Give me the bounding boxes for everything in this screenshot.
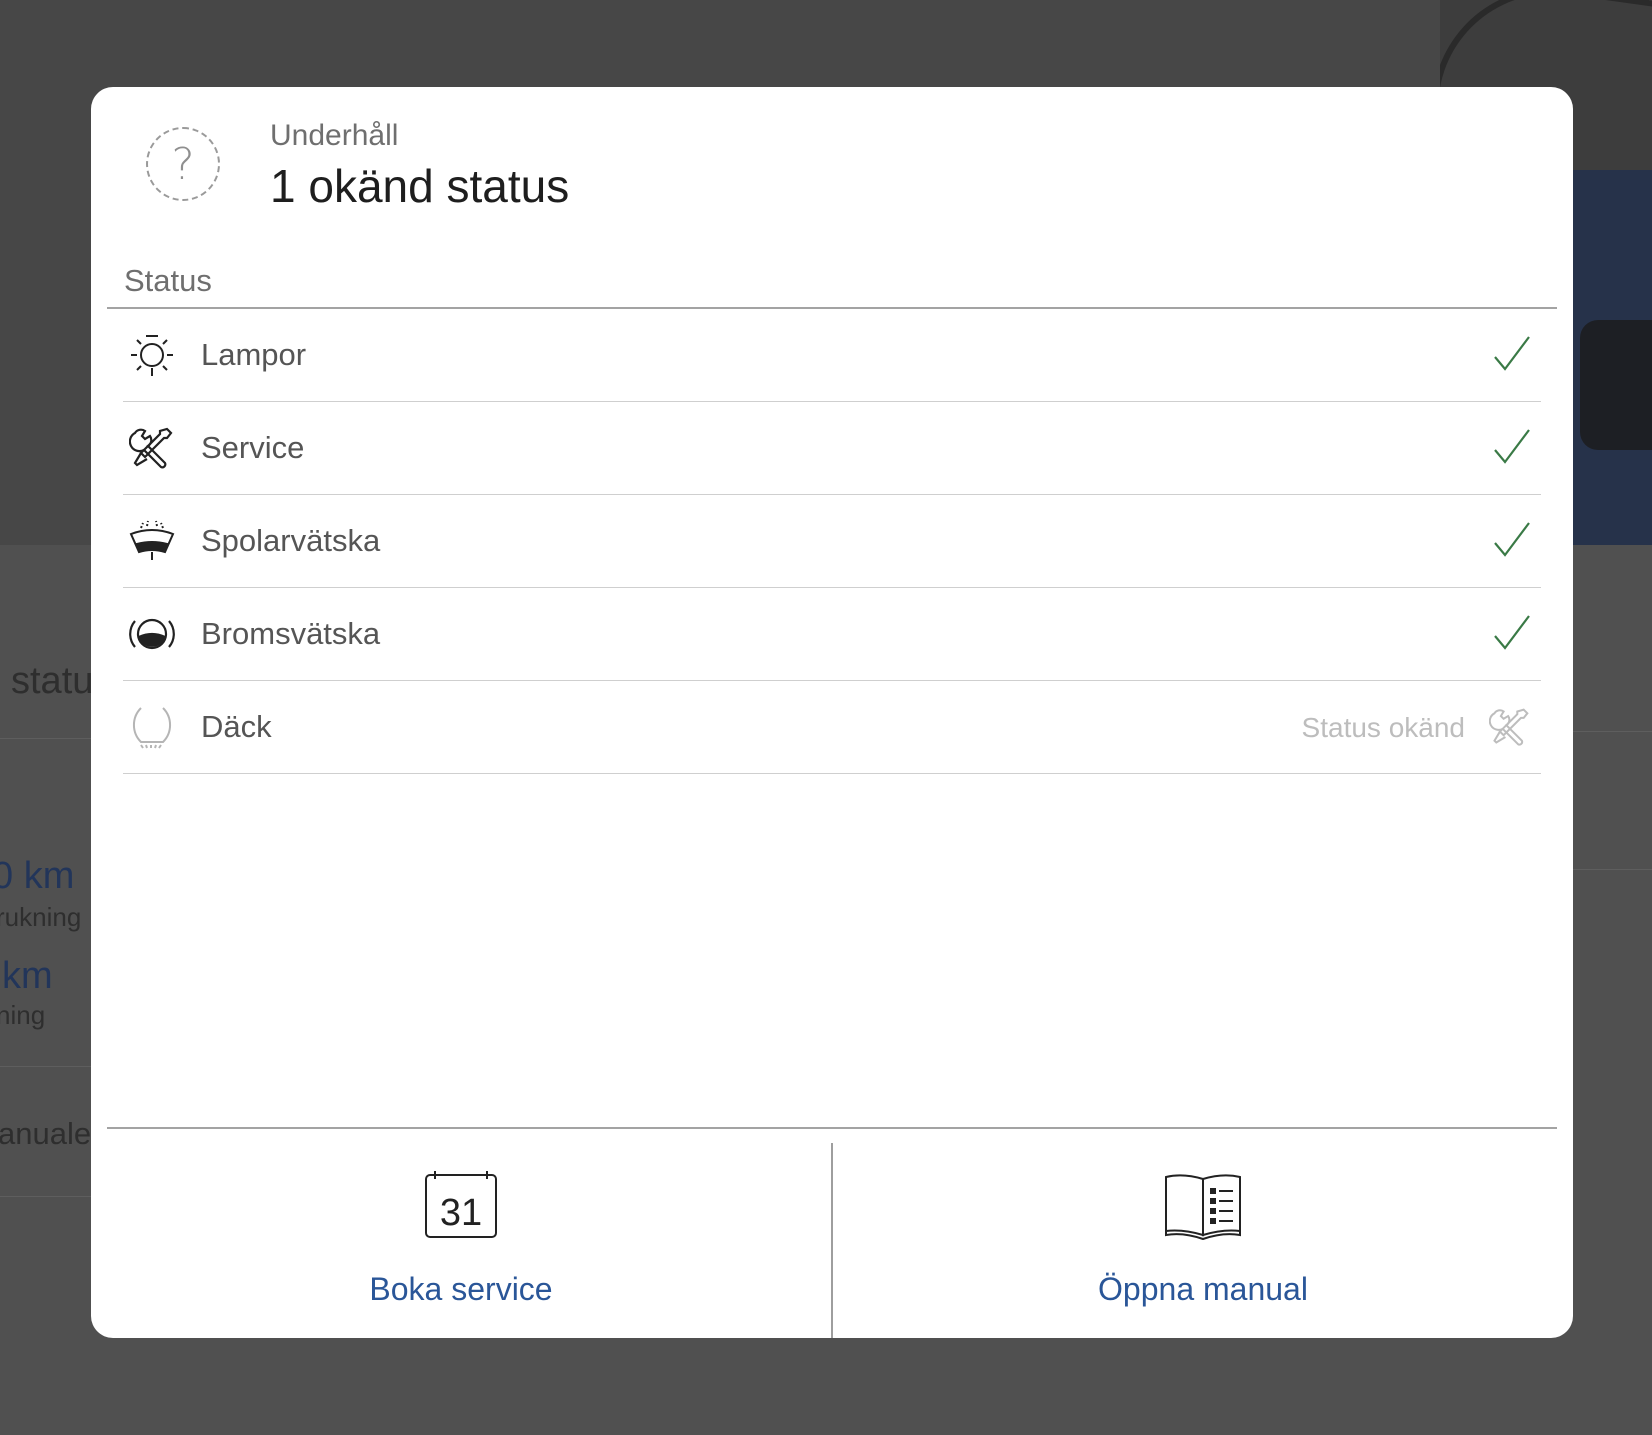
status-row-service[interactable]: Service <box>123 402 1541 495</box>
background-text: rukning <box>0 902 82 932</box>
background-divider <box>1573 731 1652 732</box>
dialog-category: Underhåll <box>270 119 399 152</box>
background-divider <box>0 738 91 739</box>
section-label: Status <box>124 263 212 298</box>
status-row-lampor[interactable]: Lampor <box>123 309 1541 402</box>
background-text: anuale <box>0 1116 92 1151</box>
lamp-icon <box>131 335 173 376</box>
open-manual-label: Öppna manual <box>1098 1271 1308 1307</box>
background-text: statu <box>11 660 94 702</box>
status-row-bromsvatska[interactable]: Bromsvätska <box>123 588 1541 681</box>
washer-fluid-icon <box>129 520 175 560</box>
brake-fluid-icon <box>129 618 175 650</box>
checkmark-icon <box>1494 429 1530 464</box>
background-text: ning <box>0 1000 46 1030</box>
open-manual-button[interactable]: Öppna manual <box>833 1129 1573 1338</box>
checkmark-icon <box>1494 522 1530 557</box>
dialog-actions: 31 Boka service Öppna manual <box>91 1129 1573 1338</box>
status-row-label: Lampor <box>201 337 307 372</box>
status-row-label: Däck <box>201 709 272 744</box>
dialog-header: ? Underhåll 1 okänd status <box>91 87 1573 257</box>
maintenance-status-dialog: ? Underhåll 1 okänd status Status Lampor <box>91 87 1573 1338</box>
book-service-button[interactable]: 31 Boka service <box>91 1129 831 1338</box>
manual-book-icon <box>1165 1174 1241 1241</box>
dialog-title: 1 okänd status <box>270 160 570 212</box>
background-divider <box>0 1066 91 1067</box>
checkmark-icon <box>1494 336 1530 371</box>
book-service-label: Boka service <box>369 1271 553 1307</box>
background-divider <box>0 1196 91 1197</box>
status-row-label: Spolarvätska <box>201 523 381 558</box>
wrench-screwdriver-icon <box>129 427 173 469</box>
checkmark-icon <box>1494 615 1530 650</box>
wrench-screwdriver-icon <box>1489 708 1529 746</box>
unknown-status-text: Status okänd <box>1301 712 1465 743</box>
tire-icon <box>132 707 172 749</box>
calendar-day: 31 <box>440 1192 482 1234</box>
calendar-icon: 31 <box>425 1171 497 1238</box>
background-text: 0 km <box>0 855 75 897</box>
status-row-dack[interactable]: Däck Status okänd <box>123 681 1541 774</box>
status-row-label: Service <box>201 430 305 465</box>
status-row-spolarvatska[interactable]: Spolarvätska <box>123 495 1541 588</box>
background-divider <box>1573 869 1652 870</box>
question-circle-icon: ? <box>146 127 220 201</box>
status-list: Lampor Service Spolarvätska Bromsvätska … <box>123 309 1541 774</box>
status-row-label: Bromsvätska <box>201 616 381 651</box>
background-text: km <box>2 955 53 997</box>
